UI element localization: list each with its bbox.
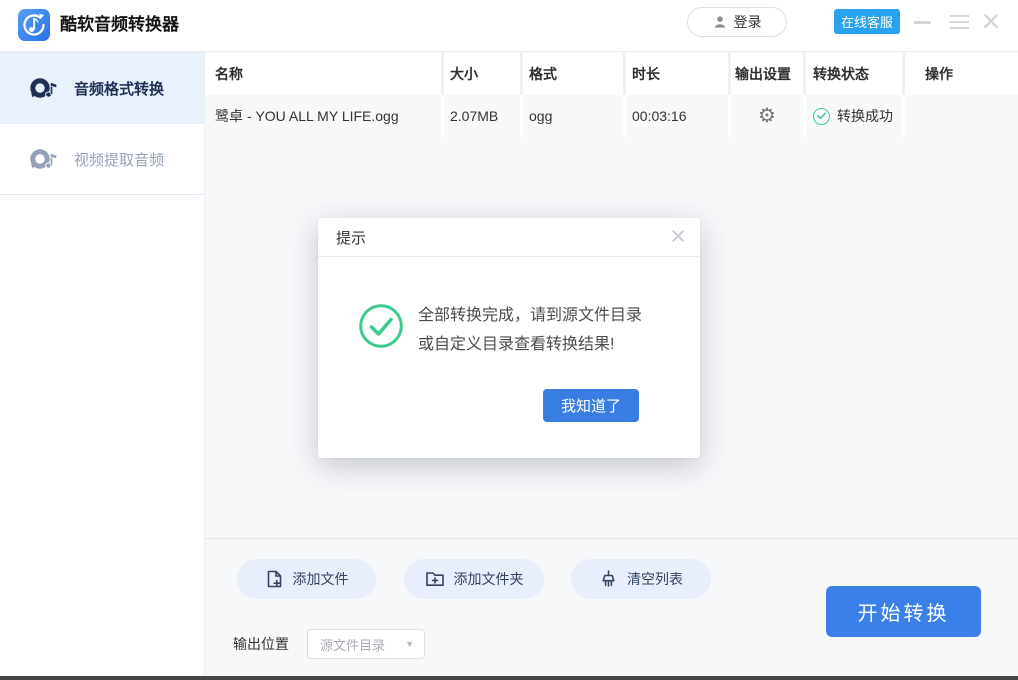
dialog-message: 全部转换完成，请到源文件目录 或自定义目录查看转换结果! bbox=[418, 301, 642, 359]
add-folder-button[interactable]: 添加文件夹 bbox=[404, 559, 544, 599]
file-plus-icon bbox=[265, 569, 284, 589]
add-file-label: 添加文件 bbox=[293, 569, 349, 589]
user-icon bbox=[713, 15, 727, 29]
column-header-format: 格式 bbox=[523, 53, 623, 95]
output-location-dropdown[interactable]: 源文件目录 ▼ bbox=[307, 629, 425, 659]
column-header-duration: 时长 bbox=[626, 53, 728, 95]
column-header-name: 名称 bbox=[205, 53, 441, 95]
online-support-button[interactable]: 在线客服 bbox=[834, 9, 900, 34]
status-badge: 转换成功 bbox=[837, 106, 893, 126]
audio-convert-icon bbox=[28, 75, 58, 101]
dialog-header: 提示 × bbox=[318, 218, 700, 257]
start-convert-button[interactable]: 开始转换 bbox=[826, 586, 981, 637]
dialog-body: 全部转换完成，请到源文件目录 或自定义目录查看转换结果! 我知道了 bbox=[318, 257, 700, 458]
folder-plus-icon bbox=[425, 570, 445, 588]
table-row: 鹭卓 - YOU ALL MY LIFE.ogg 2.07MB ogg 00:0… bbox=[205, 95, 1018, 137]
login-button[interactable]: 登录 bbox=[687, 7, 787, 37]
caret-down-icon: ▼ bbox=[405, 639, 414, 649]
app-logo-icon bbox=[18, 9, 50, 41]
sidebar: 音频格式转换 视频提取音频 bbox=[0, 52, 205, 676]
action-cell bbox=[905, 95, 1018, 137]
add-folder-label: 添加文件夹 bbox=[454, 569, 524, 589]
column-header-size: 大小 bbox=[444, 53, 520, 95]
dialog-title: 提示 bbox=[336, 227, 366, 248]
minimize-button[interactable] bbox=[908, 0, 936, 44]
gear-icon[interactable]: ⚙ bbox=[758, 106, 776, 126]
login-label: 登录 bbox=[734, 12, 762, 32]
sidebar-item-video-extract-audio[interactable]: 视频提取音频 bbox=[0, 124, 204, 195]
broom-icon bbox=[599, 569, 618, 589]
minimize-icon bbox=[914, 21, 931, 24]
table-header-row: 名称 大小 格式 时长 输出设置 转换状态 操作 bbox=[205, 53, 1018, 95]
success-check-icon bbox=[813, 108, 830, 125]
file-duration-cell: 00:03:16 bbox=[626, 95, 728, 137]
sidebar-item-label: 音频格式转换 bbox=[74, 78, 164, 99]
output-location-value: 源文件目录 bbox=[320, 635, 385, 654]
dialog-message-line2: 或自定义目录查看转换结果! bbox=[418, 330, 642, 359]
column-header-output-settings: 输出设置 bbox=[731, 53, 803, 95]
file-size-cell: 2.07MB bbox=[444, 95, 520, 137]
footer-divider bbox=[205, 538, 1018, 539]
file-format-cell: ogg bbox=[523, 95, 623, 137]
dialog-message-line1: 全部转换完成，请到源文件目录 bbox=[418, 301, 642, 330]
column-header-status: 转换状态 bbox=[806, 53, 902, 95]
output-location-label: 输出位置 bbox=[233, 630, 289, 659]
dialog-close-icon[interactable]: × bbox=[670, 223, 686, 250]
clear-list-label: 清空列表 bbox=[627, 569, 683, 589]
video-extract-audio-icon bbox=[28, 146, 58, 172]
column-header-action: 操作 bbox=[905, 53, 1018, 95]
hamburger-menu-icon bbox=[950, 15, 969, 29]
clear-list-button[interactable]: 清空列表 bbox=[571, 559, 711, 599]
sidebar-item-audio-format-convert[interactable]: 音频格式转换 bbox=[0, 52, 204, 124]
sidebar-item-label: 视频提取音频 bbox=[74, 149, 164, 170]
completion-dialog: 提示 × 全部转换完成，请到源文件目录 或自定义目录查看转换结果! 我知道了 bbox=[318, 218, 700, 458]
success-circle-check-icon bbox=[358, 303, 404, 354]
close-window-button[interactable]: × bbox=[974, 0, 1008, 44]
file-name-cell: 鹭卓 - YOU ALL MY LIFE.ogg bbox=[205, 95, 441, 137]
close-icon: × bbox=[982, 5, 1001, 37]
confirm-button[interactable]: 我知道了 bbox=[543, 389, 639, 422]
bottom-edge-strip bbox=[0, 676, 1018, 680]
app-title: 酷软音频转换器 bbox=[60, 0, 179, 50]
title-bar: 酷软音频转换器 登录 在线客服 × bbox=[0, 0, 1018, 52]
menu-button[interactable] bbox=[944, 0, 974, 44]
add-file-button[interactable]: 添加文件 bbox=[237, 559, 376, 599]
status-cell: 转换成功 bbox=[806, 95, 902, 137]
output-settings-cell: ⚙ bbox=[731, 95, 803, 137]
app-window: 酷软音频转换器 登录 在线客服 × bbox=[0, 0, 1018, 680]
online-support-label: 在线客服 bbox=[841, 12, 893, 31]
